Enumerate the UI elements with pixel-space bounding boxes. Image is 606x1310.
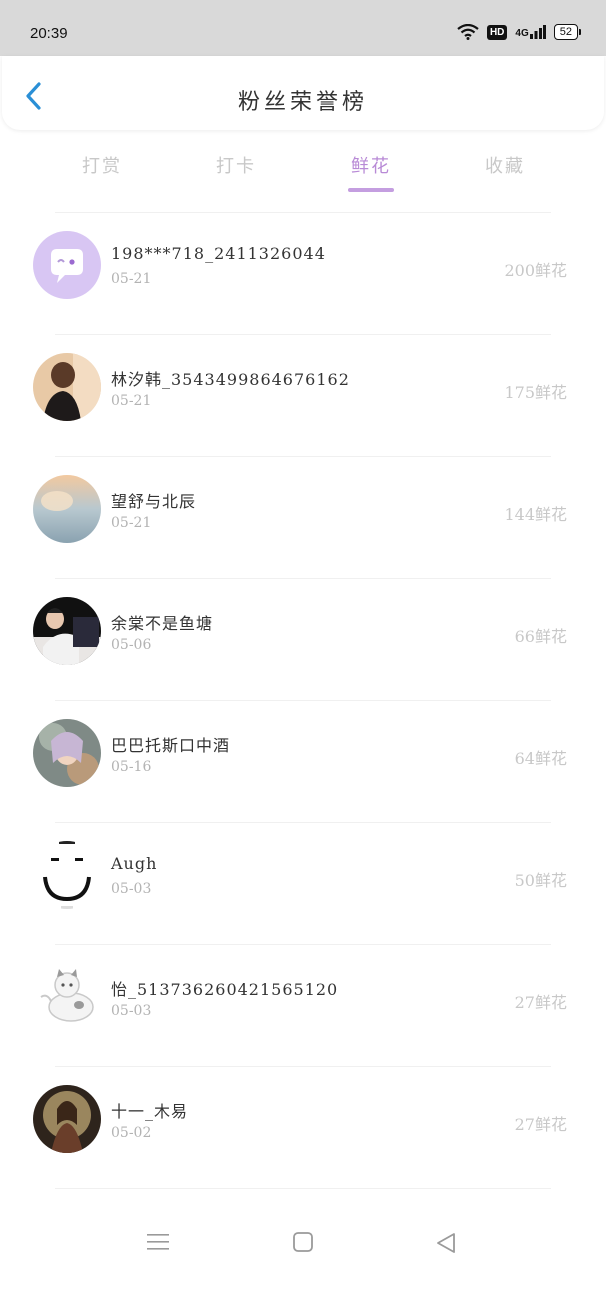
avatar bbox=[33, 963, 101, 1031]
tab-flowers[interactable]: 鲜花 bbox=[321, 152, 421, 192]
flower-count: 66鲜花 bbox=[514, 627, 567, 646]
avatar bbox=[33, 1085, 101, 1153]
tab-checkin[interactable]: 打卡 bbox=[186, 152, 286, 178]
flower-count: 144鲜花 bbox=[504, 505, 567, 524]
signal-icon: 4G bbox=[515, 25, 546, 39]
user-name: 林汐韩_3543499864676162 bbox=[111, 370, 350, 389]
flower-count: 200鲜花 bbox=[504, 261, 567, 280]
menu-button[interactable] bbox=[146, 1231, 170, 1257]
flower-count: 50鲜花 bbox=[514, 871, 567, 890]
status-icons: HD 4G 52 bbox=[457, 24, 582, 40]
user-name: Augh bbox=[111, 854, 158, 873]
gift-date: 05-02 bbox=[111, 1125, 152, 1141]
menu-icon bbox=[147, 1234, 169, 1250]
tab-favorites[interactable]: 收藏 bbox=[455, 152, 555, 178]
hd-badge: HD bbox=[486, 24, 508, 40]
avatar bbox=[33, 353, 101, 421]
tab-bar: 打赏 打卡 鲜花 收藏 bbox=[0, 140, 606, 200]
flower-count: 64鲜花 bbox=[514, 749, 567, 768]
avatar bbox=[33, 841, 101, 909]
back-triangle-icon bbox=[437, 1233, 455, 1253]
network-label: 4G bbox=[515, 28, 529, 39]
status-bar: 20:39 HD 4G 52 bbox=[0, 0, 606, 56]
nav-back-button[interactable] bbox=[434, 1231, 458, 1259]
user-name: 十一_木易 bbox=[111, 1102, 189, 1121]
gift-date: 05-21 bbox=[111, 393, 152, 409]
list-item[interactable]: 198***718_2411326044 05-21 200鲜花 bbox=[33, 212, 567, 334]
battery-indicator: 52 bbox=[553, 24, 582, 40]
home-button[interactable] bbox=[292, 1231, 314, 1257]
tab-active-indicator bbox=[348, 188, 394, 192]
user-name: 望舒与北辰 bbox=[111, 492, 197, 511]
list-item[interactable]: 林汐韩_3543499864676162 05-21 175鲜花 bbox=[33, 334, 567, 456]
list-item[interactable]: 怡_513736260421565120 05-03 27鲜花 bbox=[33, 944, 567, 1066]
page-header: 粉丝荣誉榜 bbox=[2, 56, 604, 130]
avatar bbox=[33, 719, 101, 787]
avatar bbox=[33, 475, 101, 543]
flower-count: 175鲜花 bbox=[504, 383, 567, 402]
avatar bbox=[33, 597, 101, 665]
tab-flowers-label: 鲜花 bbox=[351, 156, 391, 177]
fan-ranking-list: 198***718_2411326044 05-21 200鲜花 林汐韩_354… bbox=[0, 212, 606, 1310]
page-title: 粉丝荣誉榜 bbox=[237, 90, 368, 115]
user-name: 余棠不是鱼塘 bbox=[111, 614, 214, 633]
list-item[interactable]: 余棠不是鱼塘 05-06 66鲜花 bbox=[33, 578, 567, 700]
home-square-icon bbox=[293, 1232, 313, 1252]
status-time: 20:39 bbox=[30, 25, 68, 42]
gift-date: 05-03 bbox=[111, 1003, 152, 1019]
gift-date: 05-06 bbox=[111, 637, 152, 653]
list-item[interactable]: 望舒与北辰 05-21 144鲜花 bbox=[33, 456, 567, 578]
wifi-icon bbox=[457, 24, 479, 40]
user-name: 巴巴托斯口中酒 bbox=[111, 736, 231, 755]
user-name: 198***718_2411326044 bbox=[111, 244, 326, 263]
flower-count: 27鲜花 bbox=[514, 993, 567, 1012]
gift-date: 05-21 bbox=[111, 271, 152, 287]
gift-date: 05-21 bbox=[111, 515, 152, 531]
avatar bbox=[33, 231, 101, 299]
list-item[interactable]: 十一_木易 05-02 27鲜花 bbox=[33, 1066, 567, 1188]
system-nav-bar bbox=[0, 1205, 606, 1280]
list-item[interactable]: Augh 05-03 50鲜花 bbox=[33, 822, 567, 944]
flower-count: 27鲜花 bbox=[514, 1115, 567, 1134]
list-item[interactable]: 巴巴托斯口中酒 05-16 64鲜花 bbox=[33, 700, 567, 822]
user-name: 怡_513736260421565120 bbox=[111, 980, 339, 999]
tab-tips[interactable]: 打赏 bbox=[52, 152, 152, 178]
gift-date: 05-16 bbox=[111, 759, 152, 775]
gift-date: 05-03 bbox=[111, 881, 152, 897]
